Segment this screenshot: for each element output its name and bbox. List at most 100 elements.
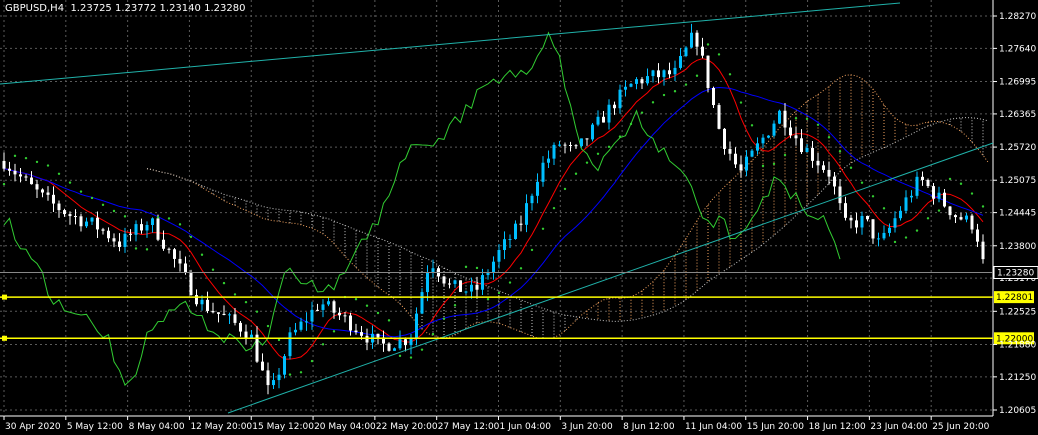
candle-body [767, 135, 770, 138]
candle-body [475, 284, 479, 290]
candle-body [679, 55, 682, 68]
candle-body [899, 210, 902, 219]
time-label: 1 Jun 04:00 [500, 422, 552, 432]
candle-body [712, 87, 715, 106]
candle-body [591, 124, 594, 140]
candle-body [618, 89, 622, 109]
level-handle[interactable] [2, 335, 7, 341]
candle-body [228, 314, 231, 316]
candle-body [635, 79, 638, 84]
price-label: 1.21250 [999, 373, 1036, 383]
candle-body [283, 356, 286, 375]
sar-dot [519, 267, 523, 270]
horizontal-levels[interactable]: 1.228011.22000 [0, 291, 1034, 345]
candle-body [321, 304, 325, 310]
time-label: 30 Apr 2020 [5, 422, 61, 432]
candle-body [756, 143, 759, 151]
tenkan-line [3, 58, 984, 360]
candle-body [156, 218, 160, 240]
candle-body [134, 224, 138, 235]
candle-body [46, 192, 50, 195]
candle-body [541, 162, 545, 182]
open-value: 1.23725 [70, 3, 112, 14]
lower-trendline[interactable] [227, 142, 994, 414]
candle-body [486, 272, 490, 276]
price-label: 1.27640 [999, 44, 1036, 54]
time-label: 18 Jun 12:00 [809, 422, 866, 432]
candle-body [310, 309, 314, 322]
candle-body [354, 330, 358, 333]
candle-body [624, 86, 627, 90]
sar-dot [662, 93, 666, 97]
candle-body [459, 280, 462, 292]
price-label: 1.25720 [999, 143, 1036, 153]
time-label: 8 May 04:00 [129, 422, 185, 432]
sar-dot [255, 310, 259, 313]
sar-dot [112, 209, 116, 213]
price-label: 1.20605 [999, 406, 1036, 416]
sar-dot [2, 182, 6, 186]
time-label: 8 Jun 12:00 [623, 422, 675, 432]
candle-body [178, 258, 182, 264]
candle-body [151, 218, 154, 225]
sar-dot [585, 161, 589, 164]
candle-body [893, 218, 897, 228]
sar-dot [409, 356, 413, 359]
candle-body [492, 261, 495, 273]
sar-dot [607, 145, 611, 149]
sar-dot [893, 240, 897, 244]
sar-dot [563, 187, 567, 191]
candle-body [706, 55, 710, 88]
candle-body [393, 348, 396, 351]
high-value: 1.23772 [114, 3, 157, 14]
time-label: 22 May 20:00 [376, 422, 438, 432]
candle-body [167, 248, 171, 250]
candle-body [508, 239, 512, 241]
candle-body [107, 230, 110, 239]
candle-body [173, 249, 176, 259]
time-label: 12 May 20:00 [190, 422, 252, 432]
price-label: 1.21880 [999, 340, 1036, 350]
candle-body [976, 229, 979, 242]
price-chart[interactable]: 1.228011.22000 1.28270 1.27640 1.26995 1.26… [0, 0, 1038, 435]
candle-body [915, 176, 919, 196]
candle-body [211, 310, 215, 313]
sar-dot [772, 162, 776, 166]
candle-body [701, 46, 704, 56]
candle-body [294, 329, 297, 333]
sar-dot [57, 172, 61, 175]
sar-dot [618, 135, 622, 138]
candle-body [376, 333, 380, 338]
candle-body [244, 331, 248, 338]
sar-dot [970, 192, 974, 195]
sar-dot [420, 348, 424, 351]
sar-dot [35, 160, 39, 164]
candle-body [497, 250, 501, 262]
candle-body [519, 223, 523, 225]
time-scale[interactable]: 30 Apr 2020 5 May 12:00 8 May 04:00 12 May … [3, 416, 990, 432]
candle-body [536, 181, 539, 196]
candle-body [613, 104, 616, 109]
candle-body [811, 147, 814, 161]
sar-dot [398, 354, 402, 358]
close-value: 1.23280 [204, 3, 246, 14]
sar-dot [761, 164, 765, 168]
candle-body [937, 192, 941, 199]
candle-body [24, 176, 28, 178]
sar-dot [717, 53, 721, 56]
candle-body [833, 176, 836, 187]
sar-dot [541, 227, 545, 230]
ichimoku-cloud [146, 74, 989, 339]
candle-body [112, 238, 116, 242]
candle-body [723, 128, 726, 149]
sar-dot [299, 371, 303, 374]
level-handle[interactable] [2, 294, 7, 300]
sar-dot [464, 265, 468, 269]
candle-body [503, 239, 506, 251]
sar-dot [145, 248, 149, 251]
chart-window[interactable]: 1.22801 1.22000 1.28270 1.27640 1.26995 1.26… [0, 0, 1038, 435]
candle-body [118, 241, 121, 247]
sar-dot [167, 217, 171, 220]
upper-trendline[interactable] [0, 2, 901, 85]
sar-dot [981, 205, 985, 208]
